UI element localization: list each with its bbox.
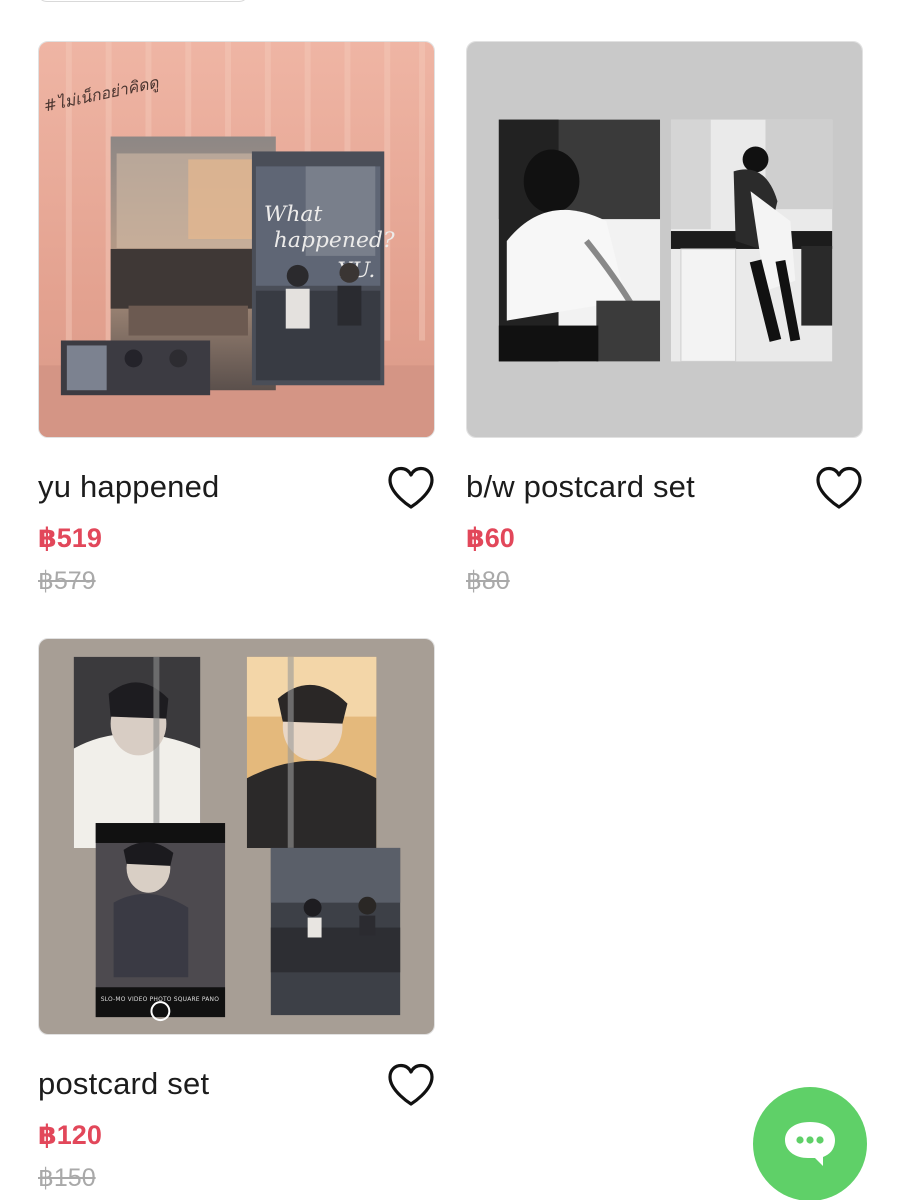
product-title[interactable]: postcard set bbox=[38, 1066, 209, 1102]
heart-outline-icon[interactable] bbox=[815, 466, 863, 510]
heart-outline-icon[interactable] bbox=[387, 466, 435, 510]
chat-button[interactable] bbox=[753, 1087, 867, 1200]
camera-modes-text: SLO-MO VIDEO PHOTO SQUARE PANO bbox=[101, 996, 220, 1003]
product-image-yu-happened[interactable]: What happened? YU. #ไม่เน็กอย่าคิดดู bbox=[38, 41, 435, 438]
product-price: ฿519 bbox=[38, 523, 102, 553]
product-card[interactable]: What happened? YU. #ไม่เน็กอย่าคิดดู yu … bbox=[38, 41, 435, 595]
top-filter-pill[interactable] bbox=[37, 0, 249, 2]
product-grid-page: What happened? YU. #ไม่เน็กอย่าคิดดู yu … bbox=[0, 0, 901, 1200]
product-card[interactable]: SLO-MO VIDEO PHOTO SQUARE PANO postcard … bbox=[38, 638, 435, 1192]
product-image-bw-postcards[interactable] bbox=[466, 41, 863, 438]
chat-bubble-icon bbox=[785, 1122, 835, 1166]
product-title[interactable]: yu happened bbox=[38, 469, 219, 505]
svg-text:happened?: happened? bbox=[274, 228, 395, 253]
book-cover-text: What bbox=[264, 202, 323, 227]
product-original-price: ฿579 bbox=[38, 567, 96, 595]
product-price: ฿120 bbox=[38, 1120, 102, 1150]
product-price: ฿60 bbox=[466, 523, 515, 553]
product-card[interactable]: b/w postcard set ฿60 ฿80 bbox=[466, 41, 863, 595]
product-original-price: ฿80 bbox=[466, 567, 510, 595]
product-title[interactable]: b/w postcard set bbox=[466, 469, 695, 505]
product-original-price: ฿150 bbox=[38, 1164, 96, 1192]
product-image-postcard-set[interactable]: SLO-MO VIDEO PHOTO SQUARE PANO bbox=[38, 638, 435, 1035]
heart-outline-icon[interactable] bbox=[387, 1063, 435, 1107]
